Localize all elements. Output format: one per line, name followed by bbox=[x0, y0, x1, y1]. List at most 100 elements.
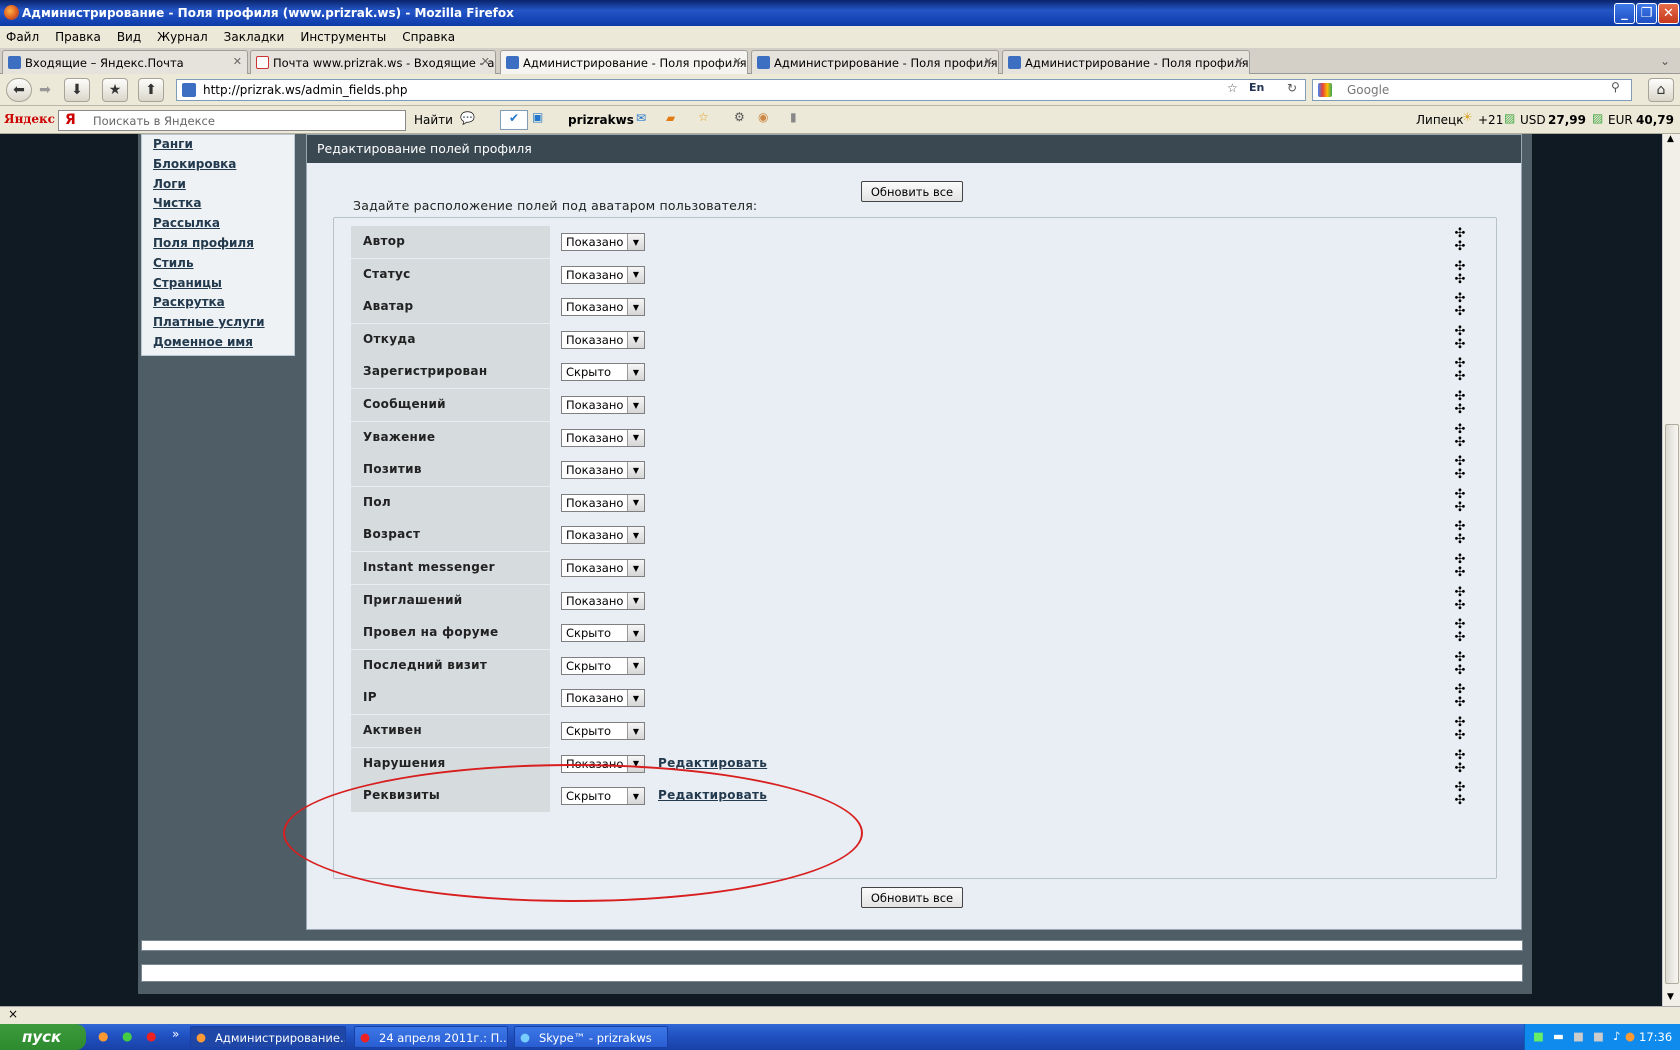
reload-icon[interactable]: ↻ bbox=[1287, 81, 1297, 95]
spellcheck-icon[interactable]: ✔ bbox=[500, 110, 528, 130]
menu-edit[interactable]: Правка bbox=[55, 30, 101, 44]
visibility-select[interactable]: Показано ▼ bbox=[561, 298, 645, 317]
close-tab-icon[interactable]: ✕ bbox=[733, 55, 742, 68]
bookmark-star-icon[interactable]: ☆ bbox=[1227, 81, 1238, 95]
chat-icon[interactable]: 💬 bbox=[460, 111, 475, 125]
drag-move-icon[interactable]: ✣ ✣ bbox=[1453, 325, 1467, 355]
close-tab-icon[interactable]: ✕ bbox=[233, 55, 242, 68]
favorites-star-icon[interactable]: ☆ bbox=[698, 110, 709, 124]
dropdown-arrow-icon[interactable]: ▼ bbox=[627, 462, 644, 479]
visibility-select[interactable]: Скрыто ▼ bbox=[561, 656, 645, 675]
visibility-select[interactable]: Скрыто ▼ bbox=[561, 363, 645, 382]
sidebar-item-paid-services[interactable]: Платные услуги bbox=[142, 313, 294, 333]
sidebar-item-ranks[interactable]: Ранги bbox=[142, 135, 294, 155]
menu-file[interactable]: Файл bbox=[6, 30, 39, 44]
drag-move-icon[interactable]: ✣ ✣ bbox=[1453, 260, 1467, 290]
update-all-button-top[interactable]: Обновить все bbox=[861, 181, 963, 202]
close-tab-icon[interactable]: ✕ bbox=[984, 55, 993, 68]
yandex-find-button[interactable]: Найти bbox=[414, 113, 453, 127]
menu-bookmarks[interactable]: Закладки bbox=[224, 30, 285, 44]
drag-move-icon[interactable]: ✣ ✣ bbox=[1453, 455, 1467, 485]
quicklaunch-expand-icon[interactable]: » bbox=[172, 1027, 179, 1041]
tab-prizrak-mail[interactable]: Почта www.prizrak.ws - Входящие - admi..… bbox=[250, 50, 496, 74]
drag-move-icon[interactable]: ✣ ✣ bbox=[1453, 488, 1467, 518]
visibility-select[interactable]: Показано ▼ bbox=[561, 591, 645, 610]
dropdown-arrow-icon[interactable]: ▼ bbox=[627, 592, 644, 609]
menu-help[interactable]: Справка bbox=[402, 30, 455, 44]
tray-network-icon[interactable]: ■ bbox=[1533, 1029, 1544, 1043]
eur-rate[interactable]: 40,79 bbox=[1636, 113, 1674, 127]
settings-gear-icon[interactable]: ⚙ bbox=[734, 110, 745, 124]
yandex-search-input[interactable]: Я Поискать в Яндексе bbox=[58, 110, 406, 131]
chrome-quicklaunch-icon[interactable]: ● bbox=[122, 1029, 132, 1043]
visibility-select[interactable]: Показано ▼ bbox=[561, 396, 645, 414]
tray-lang-flag-icon[interactable]: ▬ bbox=[1553, 1029, 1564, 1043]
scroll-down-icon[interactable]: ▼ bbox=[1667, 992, 1674, 1002]
drag-move-icon[interactable]: ✣ ✣ bbox=[1453, 586, 1467, 616]
drag-move-icon[interactable]: ✣ ✣ bbox=[1453, 357, 1467, 387]
tab-yandex-mail[interactable]: Входящие – Яндекс.Почта ✕ bbox=[2, 50, 248, 74]
back-button[interactable]: ⬅ bbox=[6, 78, 32, 102]
tray-app-icon[interactable]: ■ bbox=[1573, 1029, 1584, 1043]
visibility-select[interactable]: Показано ▼ bbox=[561, 461, 645, 480]
drag-move-icon[interactable]: ✣ ✣ bbox=[1453, 683, 1467, 713]
task-skype[interactable]: ● Skype™ - prizrakws bbox=[514, 1026, 668, 1048]
drag-move-icon[interactable]: ✣ ✣ bbox=[1453, 651, 1467, 681]
dropdown-arrow-icon[interactable]: ▼ bbox=[627, 299, 644, 316]
update-all-button-bottom[interactable]: Обновить все bbox=[861, 887, 963, 908]
bookmark-manager-icon[interactable]: ★ bbox=[102, 78, 128, 102]
sidebar-item-promotion[interactable]: Раскрутка bbox=[142, 293, 294, 313]
yandex-logo[interactable]: Яндекс bbox=[4, 112, 55, 126]
sidebar-item-cleanup[interactable]: Чистка bbox=[142, 194, 294, 214]
sidebar-item-mailing[interactable]: Рассылка bbox=[142, 214, 294, 234]
dropdown-arrow-icon[interactable]: ▼ bbox=[627, 266, 644, 283]
visibility-select[interactable]: Показано ▼ bbox=[561, 428, 645, 447]
dropdown-arrow-icon[interactable]: ▼ bbox=[627, 657, 644, 674]
visibility-select[interactable]: Показано ▼ bbox=[561, 493, 645, 512]
menu-history[interactable]: Журнал bbox=[157, 30, 208, 44]
sidebar-item-profile-fields[interactable]: Поля профиля bbox=[142, 234, 294, 254]
dropdown-arrow-icon[interactable]: ▼ bbox=[627, 331, 644, 348]
visibility-select[interactable]: Показано ▼ bbox=[561, 233, 645, 251]
dropdown-arrow-icon[interactable]: ▼ bbox=[627, 494, 644, 511]
forward-button[interactable]: ➡ bbox=[32, 78, 58, 102]
close-tab-icon[interactable]: ✕ bbox=[481, 55, 490, 68]
visibility-select[interactable]: Показано ▼ bbox=[561, 689, 645, 708]
drag-move-icon[interactable]: ✣ ✣ bbox=[1453, 227, 1467, 257]
download-icon[interactable]: ⬇ bbox=[64, 78, 90, 102]
sidebar-item-pages[interactable]: Страницы bbox=[142, 274, 294, 294]
drag-move-icon[interactable]: ✣ ✣ bbox=[1453, 423, 1467, 453]
translate-icon[interactable]: ▣ bbox=[532, 110, 543, 124]
dropdown-arrow-icon[interactable]: ▼ bbox=[627, 560, 644, 576]
dropdown-arrow-icon[interactable]: ▼ bbox=[627, 690, 644, 707]
drag-move-icon[interactable]: ✣ ✣ bbox=[1453, 749, 1467, 779]
visibility-select[interactable]: Показано ▼ bbox=[561, 265, 645, 284]
visibility-select[interactable]: Скрыто ▼ bbox=[561, 624, 645, 643]
visibility-select[interactable]: Показано ▼ bbox=[561, 559, 645, 577]
search-icon[interactable]: ⚲ bbox=[1611, 80, 1620, 94]
start-button[interactable]: пуск bbox=[0, 1024, 86, 1050]
menu-tools[interactable]: Инструменты bbox=[300, 30, 386, 44]
vertical-scrollbar[interactable]: ▲ ▼ bbox=[1662, 134, 1680, 1006]
dropdown-arrow-icon[interactable]: ▼ bbox=[627, 364, 644, 381]
firefox-quicklaunch-icon[interactable]: ● bbox=[98, 1029, 108, 1043]
scroll-up-icon[interactable]: ▲ bbox=[1667, 134, 1674, 144]
dropdown-arrow-icon[interactable]: ▼ bbox=[627, 625, 644, 642]
drag-move-icon[interactable]: ✣ ✣ bbox=[1453, 390, 1467, 420]
tray-firefox-icon[interactable]: ● bbox=[1625, 1029, 1635, 1043]
tab-admin-2[interactable]: Администрирование - Поля профиля (w...✕ bbox=[751, 50, 999, 74]
drag-move-icon[interactable]: ✣ ✣ bbox=[1453, 292, 1467, 322]
tray-app-icon[interactable]: ■ bbox=[1593, 1029, 1604, 1043]
close-window-button[interactable]: ✕ bbox=[1658, 3, 1679, 24]
badge-icon[interactable]: ◉ bbox=[758, 110, 768, 124]
visibility-select[interactable]: Скрыто ▼ bbox=[561, 722, 645, 740]
task-firefox[interactable]: ● Администрирование... bbox=[190, 1026, 346, 1048]
dropdown-arrow-icon[interactable]: ▼ bbox=[627, 397, 644, 413]
sidebar-item-style[interactable]: Стиль bbox=[142, 254, 294, 274]
home-icon[interactable]: ⌂ bbox=[1648, 78, 1674, 102]
opera-quicklaunch-icon[interactable]: ● bbox=[146, 1029, 156, 1043]
scrollbar-thumb[interactable] bbox=[1665, 424, 1679, 984]
dropdown-arrow-icon[interactable]: ▼ bbox=[627, 723, 644, 739]
drag-move-icon[interactable]: ✣ ✣ bbox=[1453, 781, 1467, 811]
tab-admin-3[interactable]: Администрирование - Поля профиля (w...✕ bbox=[1002, 50, 1250, 74]
